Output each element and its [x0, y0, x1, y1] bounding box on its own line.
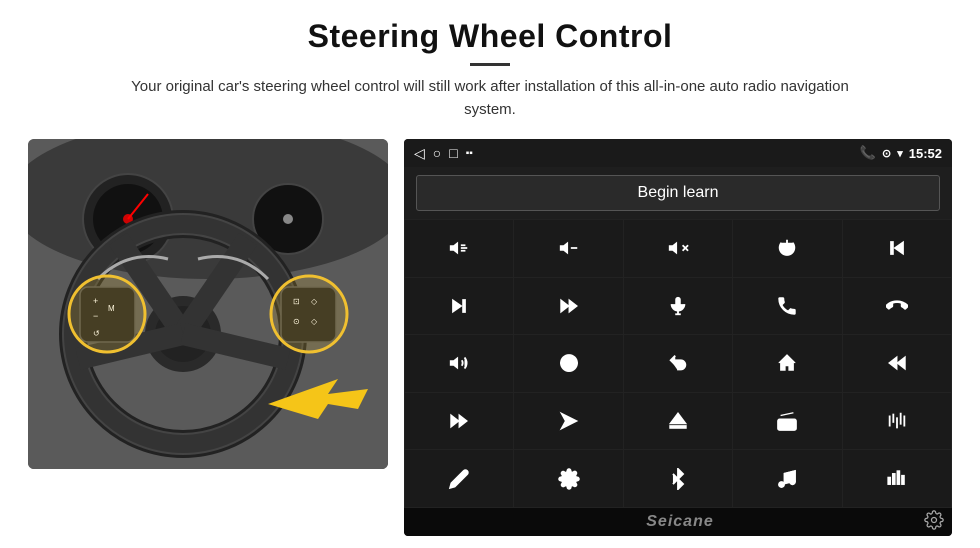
- clock: 15:52: [909, 146, 942, 161]
- title-divider: [470, 63, 510, 66]
- back-button[interactable]: [624, 335, 732, 392]
- status-left: ◁ ○ □ ▪▪: [414, 145, 473, 162]
- begin-learn-row: Begin learn: [404, 167, 952, 219]
- controls-grid: 360: [404, 219, 952, 508]
- wifi-icon: ▾: [897, 147, 903, 160]
- content-area: + − M ↺ ⊡ ◇ ⊙ ◇ ◁: [0, 131, 980, 548]
- radio-button[interactable]: [733, 393, 841, 450]
- next-track-button[interactable]: [405, 278, 513, 335]
- bluetooth-button[interactable]: [624, 450, 732, 507]
- phone-answer-button[interactable]: [733, 278, 841, 335]
- prev-track-button[interactable]: [843, 220, 951, 277]
- power-button[interactable]: [733, 220, 841, 277]
- header-section: Steering Wheel Control Your original car…: [0, 0, 980, 131]
- page-wrapper: Steering Wheel Control Your original car…: [0, 0, 980, 548]
- gps-icon: ⊙: [882, 147, 891, 160]
- skip-fwd-button[interactable]: [405, 393, 513, 450]
- speaker-button[interactable]: [405, 335, 513, 392]
- status-bar: ◁ ○ □ ▪▪ 📞 ⊙ ▾ 15:52: [404, 139, 952, 167]
- volume-bars-button[interactable]: [843, 450, 951, 507]
- recents-nav-icon[interactable]: □: [449, 145, 457, 161]
- begin-learn-button[interactable]: Begin learn: [416, 175, 940, 211]
- eject-button[interactable]: [624, 393, 732, 450]
- android-screen: ◁ ○ □ ▪▪ 📞 ⊙ ▾ 15:52 Begin learn: [404, 139, 952, 536]
- back-nav-icon[interactable]: ◁: [414, 145, 425, 162]
- svg-text:360: 360: [565, 362, 573, 367]
- music-button[interactable]: [733, 450, 841, 507]
- vol-down-button[interactable]: [514, 220, 622, 277]
- status-right: 📞 ⊙ ▾ 15:52: [860, 145, 942, 161]
- vol-up-button[interactable]: [405, 220, 513, 277]
- seicane-logo: Seicane: [436, 513, 924, 531]
- settings3-button[interactable]: [514, 450, 622, 507]
- home-nav-icon[interactable]: ○: [433, 145, 441, 161]
- 360-view-button[interactable]: 360: [514, 335, 622, 392]
- pen-button[interactable]: [405, 450, 513, 507]
- skip-back-button[interactable]: [843, 335, 951, 392]
- navigate-button[interactable]: [514, 393, 622, 450]
- phone-hangup-button[interactable]: [843, 278, 951, 335]
- home-button[interactable]: [733, 335, 841, 392]
- gear-icon[interactable]: [924, 510, 944, 535]
- phone-status-icon: 📞: [860, 145, 876, 161]
- equalizer-button[interactable]: [843, 393, 951, 450]
- bottom-bar: Seicane: [404, 508, 952, 536]
- page-title: Steering Wheel Control: [60, 18, 920, 55]
- subtitle: Your original car's steering wheel contr…: [130, 76, 850, 121]
- mute-button[interactable]: [624, 220, 732, 277]
- fast-forward-button[interactable]: [514, 278, 622, 335]
- sd-icon: ▪▪: [466, 148, 473, 159]
- mic-button[interactable]: [624, 278, 732, 335]
- steering-wheel-image: + − M ↺ ⊡ ◇ ⊙ ◇: [28, 139, 388, 469]
